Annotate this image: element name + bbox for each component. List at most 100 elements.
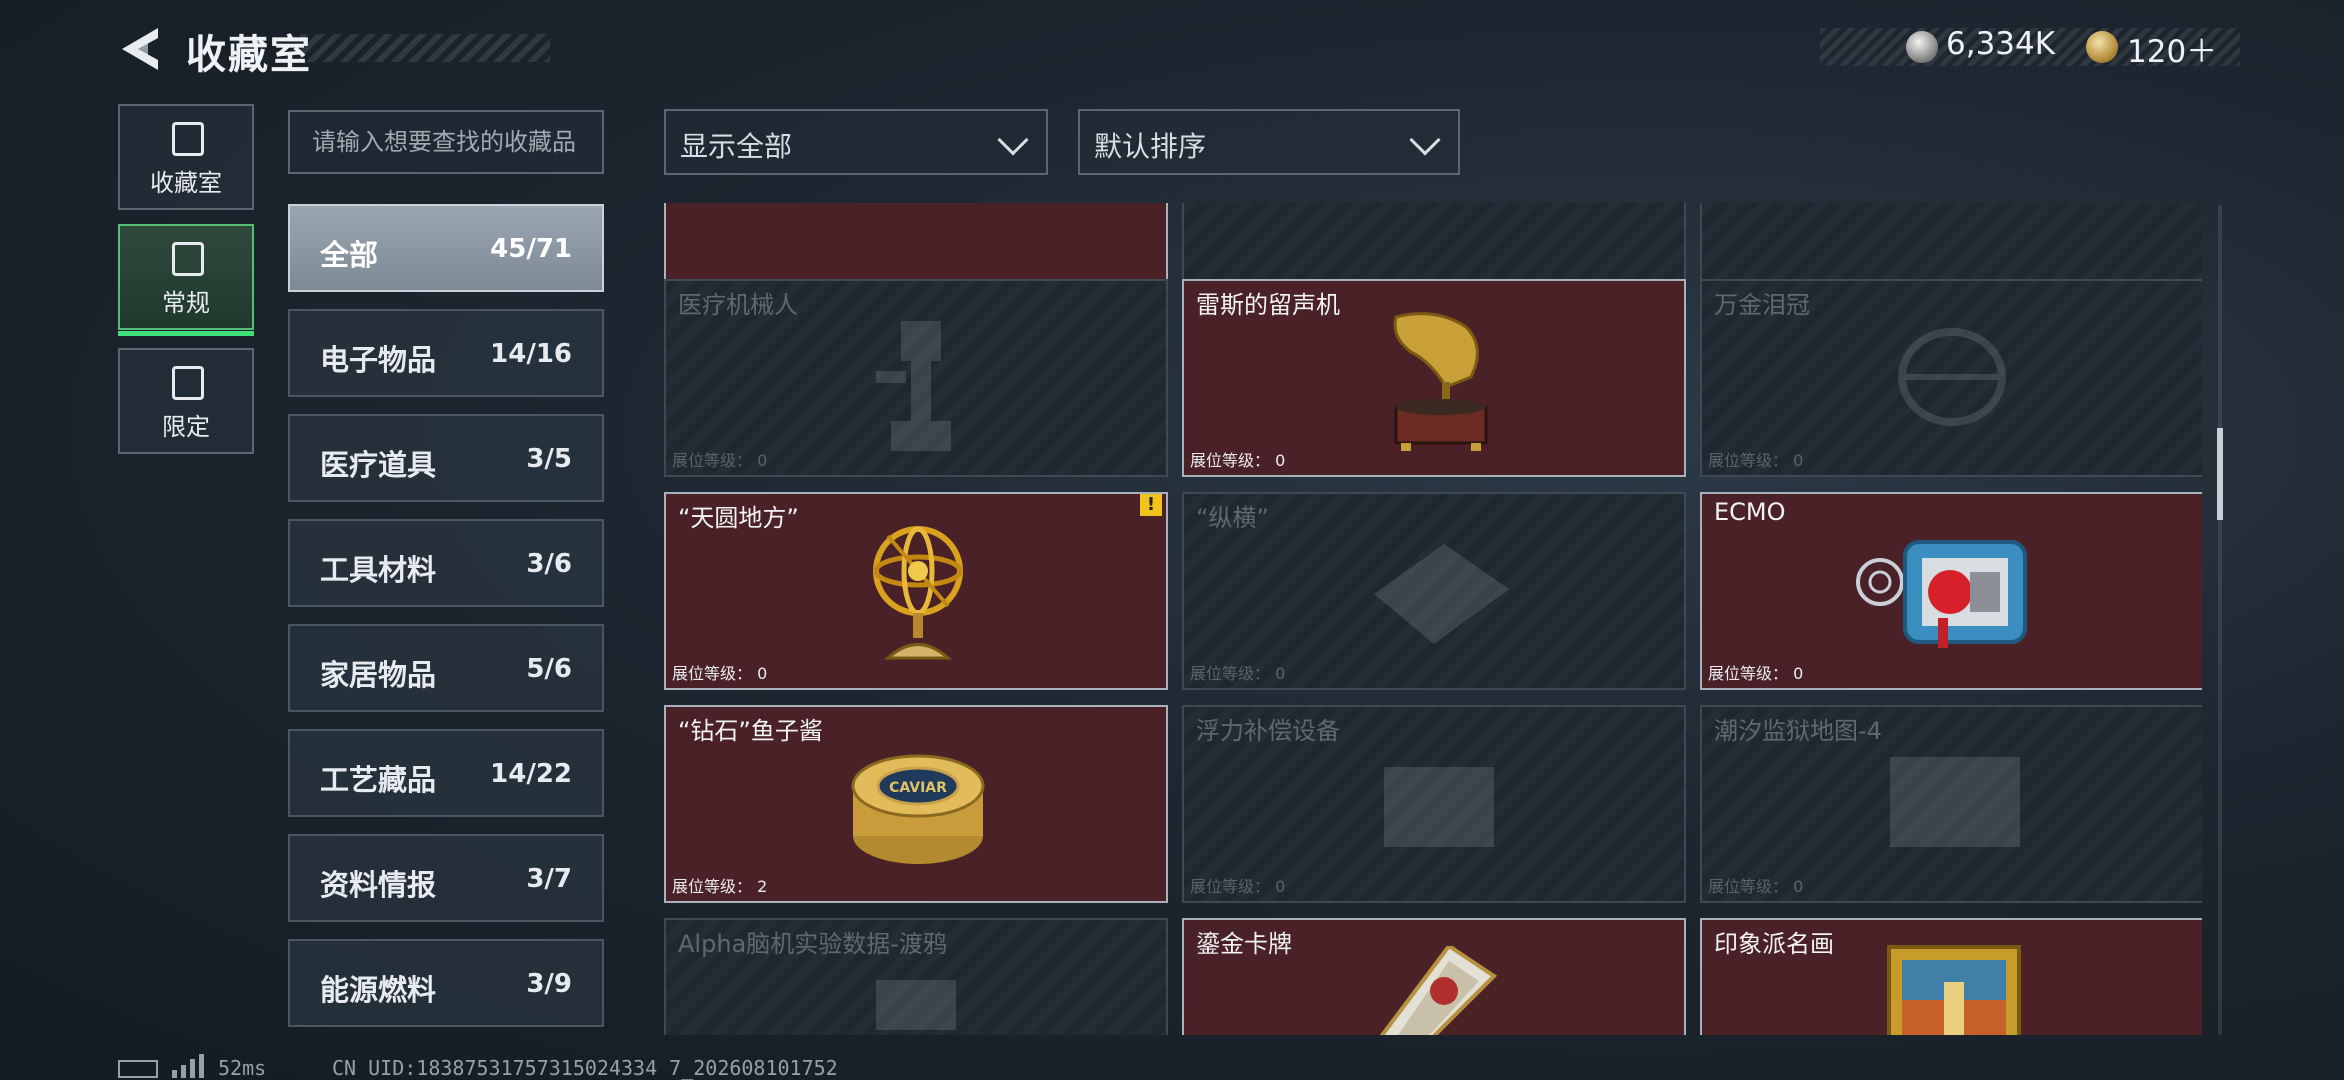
- collection-card[interactable]: 雷斯的留声机展位等级： 0: [1182, 279, 1686, 477]
- ping-readout: 52ms: [218, 1056, 267, 1080]
- gilded-card-icon: [1364, 943, 1504, 1035]
- category-label: 电子物品: [320, 343, 437, 377]
- gold-coin-icon: [2086, 31, 2118, 63]
- nav-vault[interactable]: 收藏室: [118, 104, 254, 210]
- page-title: 收藏室: [186, 32, 312, 78]
- card-name: 雷斯的留声机: [1196, 291, 1340, 319]
- collection-card[interactable]: “纵横” 展位等级： 0: [1182, 492, 1686, 690]
- collection-card[interactable]: 万金泪冠展位等级： 0: [1700, 279, 2202, 477]
- box-icon: [1892, 203, 2012, 207]
- card-name: ECMO: [1714, 498, 1786, 526]
- card-level: 展位等级： 0: [1708, 451, 1804, 470]
- ecmo-machine-icon: [1850, 522, 2040, 666]
- collection-grid[interactable]: 展位等级： 0展位等级： 0展位等级： 0医疗机械人展位等级： 0雷斯的留声机展…: [662, 203, 2202, 1035]
- user-uid: CN UID:18387531757315024334 7_2026081017…: [332, 1056, 838, 1080]
- card-level: 展位等级： 0: [672, 451, 768, 470]
- buoyancy-device-icon: [1364, 747, 1514, 871]
- category-count: 14/22: [490, 759, 572, 789]
- chevron-down-icon: [1409, 124, 1441, 156]
- card-level: 展位等级： 0: [1190, 664, 1286, 683]
- scrollbar-thumb[interactable]: [2217, 428, 2223, 520]
- card-name: Alpha脑机实验数据-渡鸦: [678, 930, 947, 958]
- crown-icon: [1892, 317, 2012, 441]
- nav-regular-label: 常规: [162, 289, 210, 317]
- limited-icon: [172, 366, 204, 400]
- category-tools[interactable]: 工具材料 3/6: [288, 519, 604, 607]
- category-label: 工艺藏品: [320, 763, 437, 797]
- robot-icon: [866, 311, 976, 465]
- category-all[interactable]: 全部 45/71: [288, 204, 604, 292]
- category-electronics[interactable]: 电子物品 14/16: [288, 309, 604, 397]
- battery-icon: [118, 1060, 158, 1078]
- vault-icon: [172, 122, 204, 156]
- collection-card[interactable]: 浮力补偿设备展位等级： 0: [1182, 705, 1686, 903]
- card-name: 浮力补偿设备: [1196, 717, 1340, 745]
- nav-regular[interactable]: 常规: [118, 224, 254, 336]
- alert-badge-icon: !: [1140, 494, 1162, 516]
- display-filter-label: 显示全部: [680, 130, 793, 163]
- card-name: 潮汐监狱地图-4: [1714, 717, 1882, 745]
- sort-label: 默认排序: [1094, 130, 1207, 163]
- category-energy[interactable]: 能源燃料 3/9: [288, 939, 604, 1027]
- category-intel[interactable]: 资料情报 3/7: [288, 834, 604, 922]
- lantern-icon: [866, 203, 976, 207]
- caviar-label: CAVIAR: [889, 780, 947, 796]
- armillary-sphere-icon: [858, 516, 978, 670]
- category-medical[interactable]: 医疗道具 3/5: [288, 414, 604, 502]
- card-level: 展位等级： 0: [672, 664, 768, 683]
- card-level: 展位等级： 0: [1190, 877, 1286, 896]
- nav-limited-label: 限定: [162, 413, 210, 441]
- card-name: “钻石”鱼子酱: [678, 717, 823, 745]
- card-level: 展位等级： 0: [1708, 877, 1804, 896]
- category-label: 能源燃料: [320, 973, 437, 1007]
- sort-dropdown[interactable]: 默认排序: [1078, 109, 1460, 175]
- category-count: 3/6: [526, 549, 572, 579]
- category-label: 全部: [320, 238, 379, 272]
- collection-card[interactable]: 鎏金卡牌: [1182, 918, 1686, 1035]
- card-name: “纵横”: [1196, 504, 1269, 532]
- card-name: 鎏金卡牌: [1196, 930, 1292, 958]
- category-count: 3/5: [526, 444, 572, 474]
- collection-card[interactable]: 潮汐监狱地图-4 展位等级： 0: [1700, 705, 2202, 903]
- gramophone-icon: [1376, 307, 1496, 461]
- search-box[interactable]: [288, 110, 604, 174]
- gold-currency-amount[interactable]: 120＋: [2127, 26, 2217, 71]
- title-decoration: [300, 34, 550, 62]
- collection-icon: [172, 242, 204, 276]
- silver-currency-amount: 6,334K: [1946, 26, 2056, 62]
- card-level: 展位等级： 2: [672, 877, 768, 896]
- collection-card[interactable]: “天圆地方” 展位等级： 0!: [664, 492, 1168, 690]
- category-label: 资料情报: [320, 868, 437, 902]
- painting-icon: [1884, 942, 2024, 1035]
- category-count: 14/16: [490, 339, 572, 369]
- collection-card[interactable]: 印象派名画: [1700, 918, 2202, 1035]
- nav-limited[interactable]: 限定: [118, 348, 254, 454]
- chevron-down-icon: [997, 124, 1029, 156]
- category-crafts[interactable]: 工艺藏品 14/22: [288, 729, 604, 817]
- collection-card[interactable]: ECMO 展位等级： 0: [1700, 492, 2202, 690]
- card-name: “天圆地方”: [678, 504, 799, 532]
- card-level: 展位等级： 0: [1190, 451, 1286, 470]
- category-count: 3/7: [526, 864, 572, 894]
- card-name: 医疗机械人: [678, 291, 798, 319]
- collection-card[interactable]: CAVIAR “钻石”鱼子酱展位等级： 2: [664, 705, 1168, 903]
- card-name: 印象派名画: [1714, 930, 1834, 958]
- back-arrow-icon[interactable]: [118, 26, 162, 72]
- tray-icon: [1354, 203, 1514, 207]
- data-drive-icon: [856, 960, 976, 1035]
- search-input[interactable]: [290, 112, 602, 172]
- map-icon: [1880, 747, 2030, 861]
- card-level: 展位等级： 0: [1708, 664, 1804, 683]
- card-name: 万金泪冠: [1714, 291, 1810, 319]
- display-filter-dropdown[interactable]: 显示全部: [664, 109, 1048, 175]
- category-household[interactable]: 家居物品 5/6: [288, 624, 604, 712]
- silver-coin-icon: [1906, 31, 1938, 63]
- scrollbar-track[interactable]: [2218, 205, 2222, 1035]
- caviar-tin-icon: CAVIAR: [848, 741, 988, 875]
- category-count: 3/9: [526, 969, 572, 999]
- collection-card[interactable]: 医疗机械人展位等级： 0: [664, 279, 1168, 477]
- collection-card[interactable]: Alpha脑机实验数据-渡鸦: [664, 918, 1168, 1035]
- category-label: 工具材料: [320, 553, 437, 587]
- nav-active-indicator: [118, 331, 254, 336]
- category-label: 医疗道具: [320, 448, 437, 482]
